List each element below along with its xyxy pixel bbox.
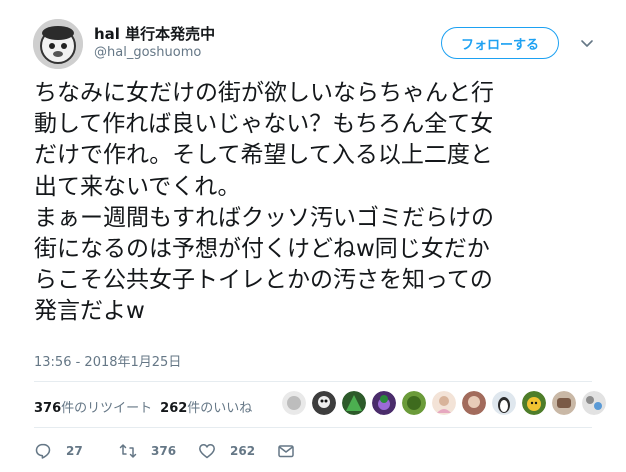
liker-avatar[interactable] [522,391,546,415]
tweet-text-line: 発言だよw [34,298,145,325]
retweet-count: 376 [151,444,177,458]
likes-label: 件のいいね [187,401,253,416]
reply-icon [35,443,51,459]
like-stat[interactable]: 262件のいいね [160,401,252,416]
divider [34,381,592,382]
like-count: 262 [230,444,256,458]
liker-avatar[interactable] [492,391,516,415]
liker-avatar[interactable] [342,391,366,415]
heart-icon [199,444,215,459]
direct-message-button[interactable] [277,441,295,461]
liker-avatar[interactable] [582,391,606,415]
likes-count: 262 [160,401,188,416]
user-avatar-icon [33,19,83,69]
liker-avatar[interactable] [282,391,306,415]
timestamp[interactable]: 13:56 - 2018年1月25日 [34,351,181,370]
retweets-label: 件のリツイート [61,401,153,416]
reply-button[interactable]: 27 [34,441,83,461]
liker-avatar[interactable] [312,391,336,415]
retweets-count: 376 [34,401,62,416]
tweet-text-line: ちなみに女だけの街が欲しいならちゃんと行 [34,80,494,106]
display-name[interactable]: hal 単行本発売中 [94,23,215,44]
tweet-text-line: 動して作れば良いじゃない？もちろん全て女 [34,111,494,138]
tweet-text-line: だけで作れ。そして希望して入る以上二度と [34,142,493,169]
liker-avatar[interactable] [432,391,456,415]
liker-avatar[interactable] [402,391,426,415]
tweet-text: ちなみに女だけの街が欲しいならちゃんと行 動して作れば良いじゃない？もちろん全て… [34,78,600,328]
tweet-text-line: 街になるのは予想が付くけどねw同じ女だか [34,236,490,263]
tweet-text-line: まぁー週間もすればクッソ汚いゴミだらけの [34,204,494,231]
like-button[interactable]: 262 [198,441,255,461]
retweet-icon [119,444,137,458]
engagement-stats: 376件のリツイート 262件のいいね [34,397,252,416]
avatar[interactable] [33,19,83,69]
liker-avatars [282,391,612,419]
retweet-stat[interactable]: 376件のリツイート [34,401,152,416]
follow-button[interactable]: フォローする [441,27,559,59]
divider [34,427,592,428]
tweet-card: hal 単行本発売中 @hal_goshuomo フォローする ちなみに女だけの… [0,0,626,472]
chevron-down-icon[interactable] [578,34,596,52]
liker-avatar[interactable] [372,391,396,415]
user-handle[interactable]: @hal_goshuomo [94,45,201,60]
tweet-text-line: 出て来ないでくれ。 [34,173,241,200]
liker-avatar[interactable] [462,391,486,415]
liker-avatar[interactable] [552,391,576,415]
reply-count: 27 [66,444,83,458]
tweet-text-line: らこそ公共女子トイレとかの汚さを知っての [34,267,493,294]
envelope-icon [278,445,294,458]
retweet-button[interactable]: 376 [119,441,176,461]
